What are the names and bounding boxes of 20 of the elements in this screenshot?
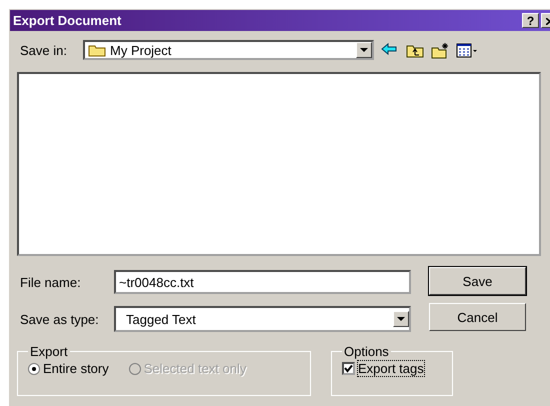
checkbox[interactable]: [342, 362, 355, 375]
file-name-field[interactable]: ~tr0048cc.txt: [114, 270, 411, 294]
checkbox-option[interactable]: Export tags: [342, 361, 424, 376]
save-as-type-label: Save as type:: [19, 312, 100, 326]
save-as-type-dropdown[interactable]: Tagged Text: [114, 306, 411, 332]
file-name-label: File name:: [19, 274, 82, 290]
folder-icon: [88, 43, 106, 57]
dialog-button[interactable]: Cancel: [429, 303, 526, 331]
view-menu-icon[interactable]: [456, 42, 478, 58]
group-title: Options: [343, 344, 390, 359]
radio-button[interactable]: [28, 362, 40, 374]
dialog-button[interactable]: Save: [429, 267, 526, 295]
radio-option[interactable]: Entire story: [28, 361, 109, 376]
save-in-dropdown[interactable]: My Project: [83, 40, 374, 60]
new-folder-icon[interactable]: [431, 42, 449, 58]
window-title: Export Document: [13, 13, 122, 28]
file-list[interactable]: [17, 72, 541, 256]
group-title: Export: [29, 344, 69, 359]
save-in-label: Save in:: [19, 42, 68, 58]
help-button[interactable]: ?: [522, 13, 539, 28]
